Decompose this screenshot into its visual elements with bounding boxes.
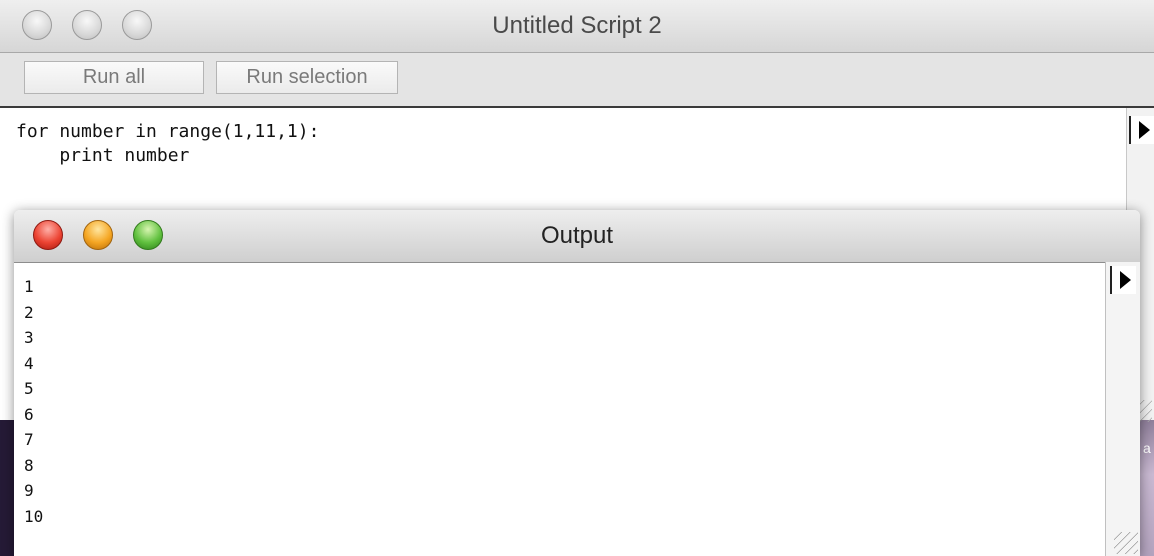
run-selection-button[interactable]: Run selection [216, 61, 398, 94]
output-line: 10 [24, 506, 44, 526]
output-line: 3 [24, 328, 34, 347]
output-text: 1 2 3 4 5 6 7 8 9 10 [24, 274, 43, 529]
output-line: 5 [24, 379, 34, 398]
resize-grip-icon[interactable] [1114, 532, 1138, 554]
output-line: 7 [24, 430, 34, 449]
output-line: 1 [24, 277, 34, 296]
output-line: 8 [24, 455, 34, 475]
code-line: print number [16, 145, 190, 166]
disclosure-triangle-icon[interactable] [1129, 116, 1154, 144]
run-all-button[interactable]: Run all [24, 61, 204, 94]
output-line: 2 [24, 302, 34, 322]
script-toolbar: Run all Run selection [0, 53, 1154, 108]
output-window-titlebar[interactable]: Output [14, 210, 1140, 263]
output-line: 6 [24, 404, 34, 424]
output-window: Output 1 2 3 4 5 6 7 8 9 10 [14, 210, 1140, 556]
output-scrollbar[interactable] [1105, 262, 1140, 556]
code-line: for number in range(1,11,1): [16, 121, 320, 142]
code-text: for number in range(1,11,1): print numbe… [16, 120, 319, 168]
output-window-title: Output [540, 222, 614, 249]
background-window-edge [0, 420, 14, 556]
disclosure-triangle-icon[interactable] [1110, 266, 1136, 294]
script-window-title: Untitled Script 2 [492, 12, 662, 39]
background-app-label: a [1143, 440, 1151, 456]
script-window-titlebar[interactable]: Untitled Script 2 [0, 0, 1154, 53]
output-line: 4 [24, 353, 34, 373]
output-line: 9 [24, 481, 34, 500]
